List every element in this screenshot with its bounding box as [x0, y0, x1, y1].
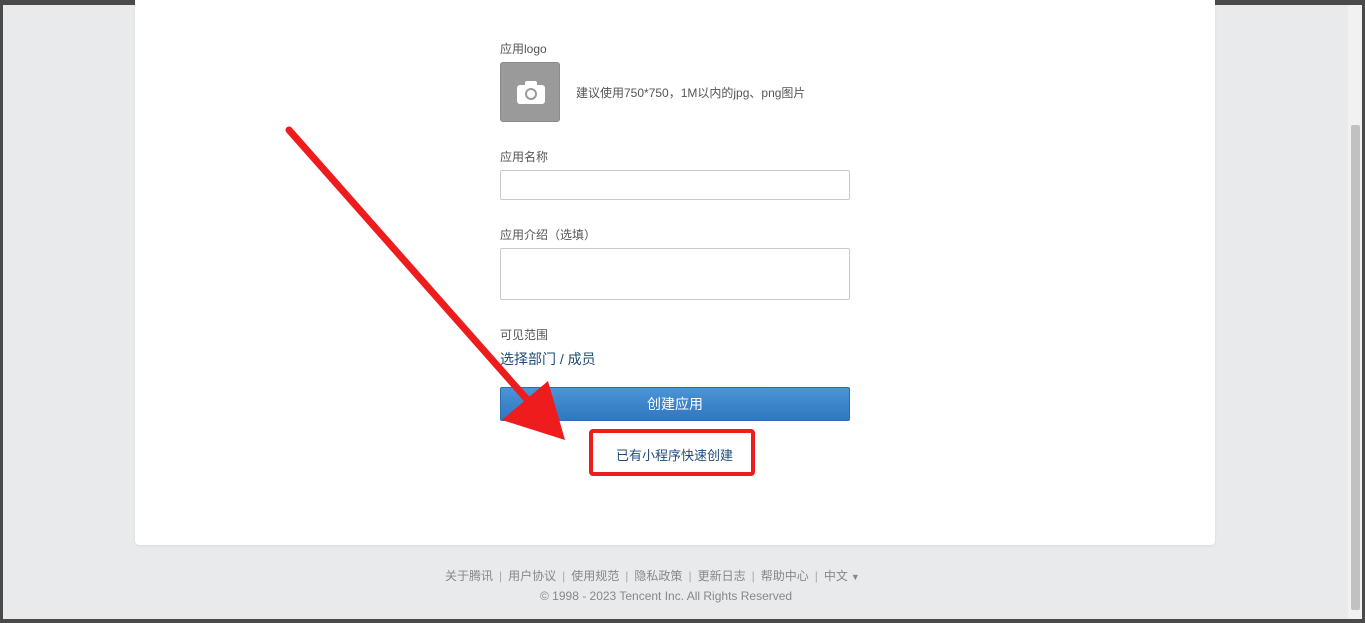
copyright: © 1998 - 2023 Tencent Inc. All Rights Re…: [540, 589, 793, 603]
footer-link-help[interactable]: 帮助中心: [761, 569, 809, 583]
language-label: 中文: [823, 569, 848, 583]
app-intro-textarea[interactable]: [500, 248, 850, 300]
scope-label: 可见范围: [500, 328, 549, 342]
create-app-button[interactable]: 创建应用: [500, 387, 850, 421]
footer-separator: |: [562, 569, 566, 583]
select-department-member-link[interactable]: 选择部门 / 成员: [500, 349, 596, 369]
footer-separator: |: [499, 569, 503, 583]
footer-separator: |: [751, 569, 755, 583]
logo-upload[interactable]: [500, 62, 560, 122]
logo-hint: 建议使用750*750，1M以内的jpg、png图片: [576, 86, 806, 100]
footer-link-privacy[interactable]: 隐私政策: [634, 569, 682, 583]
footer-link-user-agreement[interactable]: 用户协议: [508, 569, 556, 583]
app-name-input[interactable]: [500, 170, 850, 200]
footer-link-about[interactable]: 关于腾讯: [445, 569, 493, 583]
footer-separator: |: [625, 569, 629, 583]
language-select[interactable]: 中文 ▼: [824, 569, 860, 583]
footer-separator: |: [688, 569, 692, 583]
footer-link-usage-rules[interactable]: 使用规范: [571, 569, 619, 583]
window-frame-left: [0, 0, 3, 623]
scrollbar-thumb[interactable]: [1351, 125, 1360, 610]
footer-links: 关于腾讯 | 用户协议 | 使用规范 | 隐私政策 | 更新日志 | 帮助中心 | 中文 ▼: [445, 567, 860, 584]
footer-separator: |: [814, 569, 818, 583]
name-label: 应用名称: [500, 150, 549, 164]
window-frame-bottom: [0, 619, 1365, 623]
intro-label: 应用介绍（选填）: [500, 228, 597, 242]
logo-label: 应用logo: [500, 42, 547, 56]
camera-icon-lens-inner: [527, 90, 535, 98]
caret-down-icon: ▼: [850, 572, 860, 582]
annotation-highlight-box: [589, 429, 755, 476]
footer-link-changelog[interactable]: 更新日志: [698, 569, 746, 583]
